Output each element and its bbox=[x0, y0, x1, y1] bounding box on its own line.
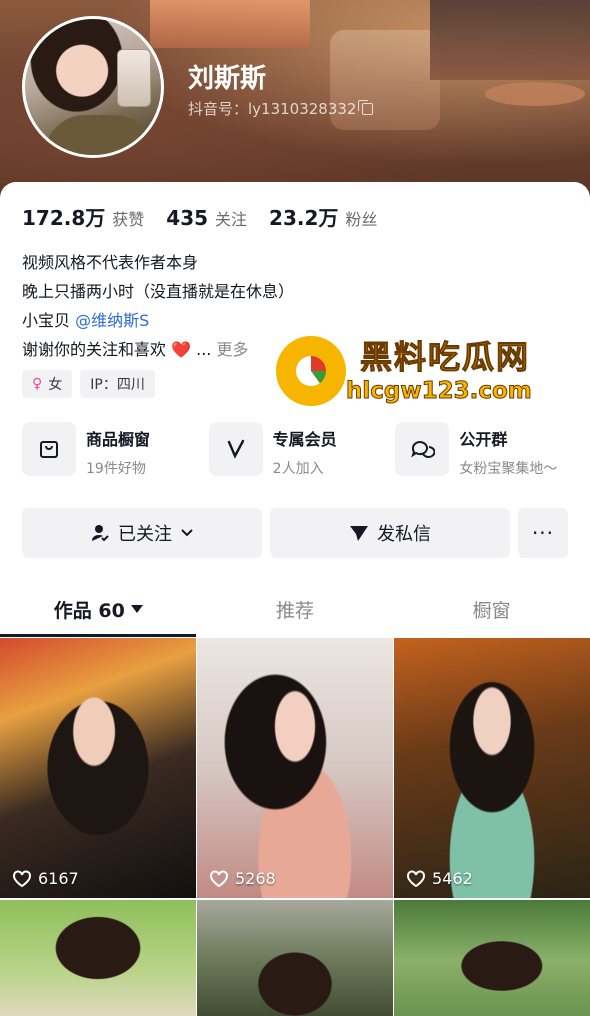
action-buttons: 已关注 发私信 ··· bbox=[22, 508, 568, 558]
shopping-bag-icon bbox=[22, 422, 76, 476]
watermark-url: hlcgw123.com bbox=[346, 378, 533, 405]
chat-bubbles-icon bbox=[395, 422, 450, 476]
tab-showcase[interactable]: 橱窗 bbox=[393, 584, 590, 634]
bio-line: 晚上只播两小时（没直播就是在休息） bbox=[22, 282, 295, 301]
stat-following[interactable]: 435 关注 bbox=[166, 206, 247, 230]
cover-table bbox=[485, 82, 585, 106]
feature-title: 专属会员 bbox=[272, 430, 337, 449]
bio-line: 谢谢你的关注和喜欢 ❤️ ... 更多 bbox=[22, 335, 294, 364]
feature-entries: 商品橱窗 19件好物 专属会员 2人加入 公开群 女粉宝聚集地～ bbox=[22, 422, 582, 478]
like-count: 5462 bbox=[406, 869, 473, 888]
copy-icon[interactable] bbox=[358, 99, 374, 115]
female-icon: ♀ bbox=[32, 376, 43, 392]
bio-mention-link[interactable]: @维纳斯S bbox=[75, 311, 149, 330]
stat-label: 粉丝 bbox=[345, 210, 378, 229]
more-options-button[interactable]: ··· bbox=[518, 508, 568, 558]
bio-text: 谢谢你的关注和喜欢 bbox=[22, 340, 167, 359]
gender-tag: ♀ 女 bbox=[22, 370, 73, 398]
v-badge-icon bbox=[208, 422, 263, 476]
video-thumbnail[interactable] bbox=[394, 900, 590, 1016]
cover-window bbox=[150, 0, 310, 48]
send-message-button[interactable]: 发私信 bbox=[270, 508, 510, 558]
stat-label: 获赞 bbox=[112, 210, 145, 229]
avatar-phone bbox=[117, 49, 151, 107]
bio-line: 视频风格不代表作者本身 bbox=[22, 253, 199, 272]
feature-subtitle: 女粉宝聚集地～ bbox=[459, 461, 558, 477]
watermark-title: 黑料吃瓜网 bbox=[359, 338, 531, 377]
tab-label: 橱窗 bbox=[472, 599, 511, 622]
douyin-id[interactable]: 抖音号：ly1310328332 bbox=[188, 98, 374, 119]
like-count: 5268 bbox=[209, 869, 276, 888]
more-icon: ··· bbox=[531, 521, 555, 545]
like-count-value: 5268 bbox=[235, 869, 276, 888]
send-icon bbox=[350, 526, 368, 541]
cover-window-right bbox=[430, 0, 590, 80]
tab-recommend[interactable]: 推荐 bbox=[197, 584, 394, 634]
bio: 视频风格不代表作者本身 晚上只播两小时（没直播就是在休息） 小宝贝 @维纳斯S … bbox=[22, 248, 294, 364]
stat-value: 23.2万 bbox=[269, 206, 339, 230]
video-thumbnail[interactable]: 6167 bbox=[0, 638, 196, 898]
video-thumbnail[interactable]: 5462 bbox=[394, 638, 590, 898]
profile-tags: ♀ 女 IP：四川 bbox=[22, 370, 155, 398]
nickname: 刘斯斯 bbox=[188, 64, 267, 94]
stat-likes[interactable]: 172.8万 获赞 bbox=[22, 202, 144, 231]
tab-label: 推荐 bbox=[276, 599, 315, 622]
feature-title: 商品橱窗 bbox=[86, 430, 151, 449]
feature-subtitle: 2人加入 bbox=[272, 461, 324, 477]
gender-label: 女 bbox=[48, 377, 63, 393]
bio-line: 小宝贝 @维纳斯S bbox=[22, 306, 294, 335]
bio-ellipsis: ... bbox=[196, 340, 212, 359]
stat-label: 关注 bbox=[215, 210, 248, 229]
watermark-logo-icon bbox=[276, 336, 346, 406]
user-check-icon bbox=[92, 525, 109, 542]
chevron-down-icon bbox=[181, 529, 193, 537]
video-grid: 6167 5268 5462 bbox=[0, 638, 590, 1016]
stat-value: 172.8万 bbox=[22, 206, 106, 230]
watermark: 黑料吃瓜网 hlcgw123.com bbox=[276, 336, 572, 416]
feature-subtitle: 19件好物 bbox=[86, 461, 146, 477]
following-label: 已关注 bbox=[118, 524, 172, 545]
like-count-value: 5462 bbox=[432, 869, 473, 888]
tab-label: 作品 60 bbox=[53, 599, 125, 622]
heart-outline-icon bbox=[13, 870, 31, 887]
video-thumbnail[interactable] bbox=[0, 900, 196, 1016]
tab-works[interactable]: 作品 60 bbox=[0, 584, 197, 634]
feature-shop-window[interactable]: 商品橱窗 19件好物 bbox=[22, 422, 209, 478]
heart-icon: ❤️ bbox=[171, 340, 192, 359]
like-count-value: 6167 bbox=[38, 869, 79, 888]
bio-text: 小宝贝 bbox=[22, 311, 71, 330]
like-count: 6167 bbox=[12, 869, 79, 888]
stats-row: 172.8万 获赞 435 关注 23.2万 粉丝 bbox=[22, 202, 377, 231]
video-thumbnail[interactable]: 5268 bbox=[197, 638, 393, 898]
feature-title: 公开群 bbox=[459, 430, 508, 449]
following-button[interactable]: 已关注 bbox=[22, 508, 262, 558]
ip-tag: IP：四川 bbox=[80, 370, 155, 398]
tab-active-indicator bbox=[0, 634, 196, 637]
ip-label: IP：四川 bbox=[90, 377, 145, 393]
profile-cover: 刘斯斯 抖音号：ly1310328332 bbox=[0, 0, 590, 200]
feature-membership[interactable]: 专属会员 2人加入 bbox=[208, 422, 396, 478]
bio-more-link[interactable]: 更多 bbox=[216, 340, 248, 359]
send-message-label: 发私信 bbox=[377, 524, 431, 545]
douyin-id-text: 抖音号：ly1310328332 bbox=[188, 100, 357, 118]
stat-value: 435 bbox=[166, 206, 209, 230]
heart-outline-icon bbox=[407, 870, 425, 887]
feature-public-group[interactable]: 公开群 女粉宝聚集地～ bbox=[395, 422, 582, 478]
stat-followers[interactable]: 23.2万 粉丝 bbox=[269, 202, 377, 231]
caret-down-icon bbox=[130, 605, 143, 613]
avatar[interactable] bbox=[22, 16, 164, 158]
video-thumbnail[interactable] bbox=[197, 900, 393, 1016]
heart-outline-icon bbox=[210, 870, 228, 887]
avatar-body bbox=[45, 115, 155, 155]
content-tabs: 作品 60 推荐 橱窗 bbox=[0, 584, 590, 634]
